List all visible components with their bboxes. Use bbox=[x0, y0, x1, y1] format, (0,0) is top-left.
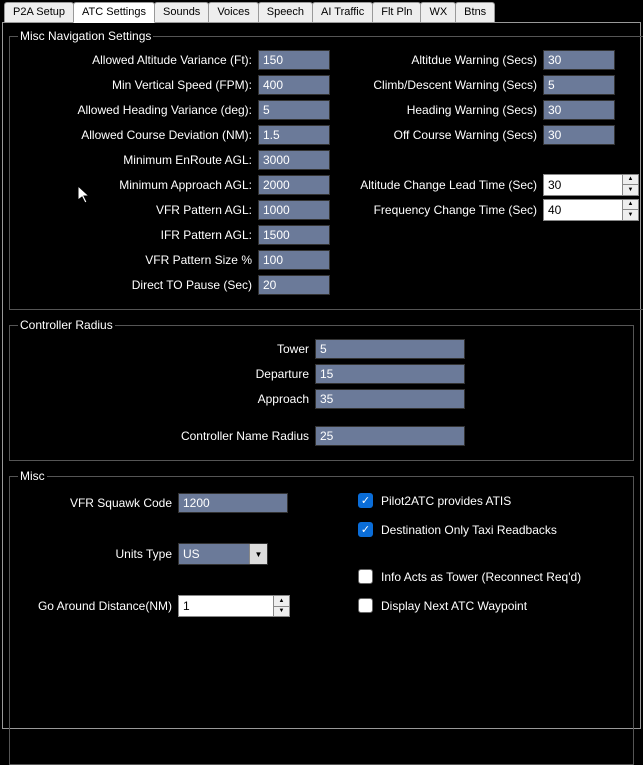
info-tower-checkbox[interactable] bbox=[358, 569, 373, 584]
departure-input[interactable] bbox=[315, 364, 465, 384]
tab-atc-settings[interactable]: ATC Settings bbox=[73, 2, 155, 23]
min-vs-input[interactable] bbox=[258, 75, 330, 95]
alt-warn-input[interactable] bbox=[543, 50, 615, 70]
vfr-size-input[interactable] bbox=[258, 250, 330, 270]
min-vs-label: Min Vertical Speed (FPM): bbox=[18, 78, 258, 92]
alt-lead-spinner[interactable]: ▲ ▼ bbox=[543, 174, 639, 196]
tab-voices[interactable]: Voices bbox=[208, 2, 258, 22]
units-value: US bbox=[179, 544, 249, 564]
dto-pause-label: Direct TO Pause (Sec) bbox=[18, 278, 258, 292]
tab-wx[interactable]: WX bbox=[420, 2, 456, 22]
hdg-var-label: Allowed Heading Variance (deg): bbox=[18, 103, 258, 117]
freq-input[interactable] bbox=[544, 200, 622, 220]
chevron-down-icon[interactable]: ▼ bbox=[249, 544, 267, 564]
misc-group: Misc VFR Squawk Code Units Type US ▼ Go … bbox=[9, 469, 634, 765]
ga-input[interactable] bbox=[179, 596, 273, 616]
spin-down-icon[interactable]: ▼ bbox=[623, 210, 638, 220]
ctrl-legend: Controller Radius bbox=[18, 318, 115, 332]
tower-input[interactable] bbox=[315, 339, 465, 359]
freq-spinner[interactable]: ▲ ▼ bbox=[543, 199, 639, 221]
spin-down-icon[interactable]: ▼ bbox=[623, 185, 638, 195]
oc-warn-label: Off Course Warning (Secs) bbox=[338, 128, 543, 142]
cd-warn-input[interactable] bbox=[543, 75, 615, 95]
spin-up-icon[interactable]: ▲ bbox=[274, 596, 289, 607]
squawk-input[interactable] bbox=[178, 493, 288, 513]
min-app-label: Minimum Approach AGL: bbox=[18, 178, 258, 192]
tab-sounds[interactable]: Sounds bbox=[154, 2, 209, 22]
alt-lead-input[interactable] bbox=[544, 175, 622, 195]
ifr-pat-input[interactable] bbox=[258, 225, 330, 245]
squawk-label: VFR Squawk Code bbox=[18, 496, 178, 510]
nav-legend: Misc Navigation Settings bbox=[18, 29, 153, 43]
alt-lead-label: Altitude Change Lead Time (Sec) bbox=[338, 178, 543, 192]
info-tower-label: Info Acts as Tower (Reconnect Req'd) bbox=[381, 570, 581, 584]
oc-warn-input[interactable] bbox=[543, 125, 615, 145]
min-enr-label: Minimum EnRoute AGL: bbox=[18, 153, 258, 167]
vfr-pat-input[interactable] bbox=[258, 200, 330, 220]
dest-taxi-checkbox[interactable]: ✓ bbox=[358, 522, 373, 537]
alt-var-input[interactable] bbox=[258, 50, 330, 70]
hdg-warn-label: Heading Warning (Secs) bbox=[338, 103, 543, 117]
next-wp-label: Display Next ATC Waypoint bbox=[381, 599, 527, 613]
vfr-pat-label: VFR Pattern AGL: bbox=[18, 203, 258, 217]
ga-spinner[interactable]: ▲ ▼ bbox=[178, 595, 290, 617]
min-app-input[interactable] bbox=[258, 175, 330, 195]
tab-flt-pln[interactable]: Flt Pln bbox=[372, 2, 421, 22]
ga-label: Go Around Distance(NM) bbox=[18, 599, 178, 613]
hdg-var-input[interactable] bbox=[258, 100, 330, 120]
ctrl-name-input[interactable] bbox=[315, 426, 465, 446]
dest-taxi-label: Destination Only Taxi Readbacks bbox=[381, 523, 557, 537]
crs-dev-input[interactable] bbox=[258, 125, 330, 145]
tab-p2a-setup[interactable]: P2A Setup bbox=[4, 2, 74, 22]
approach-label: Approach bbox=[258, 392, 315, 406]
ifr-pat-label: IFR Pattern AGL: bbox=[18, 228, 258, 242]
approach-input[interactable] bbox=[315, 389, 465, 409]
spin-up-icon[interactable]: ▲ bbox=[623, 175, 638, 186]
units-select[interactable]: US ▼ bbox=[178, 543, 268, 565]
spin-down-icon[interactable]: ▼ bbox=[274, 607, 289, 617]
departure-label: Departure bbox=[256, 367, 315, 381]
freq-label: Frequency Change Time (Sec) bbox=[338, 203, 543, 217]
hdg-warn-input[interactable] bbox=[543, 100, 615, 120]
alt-var-label: Allowed Altitude Variance (Ft): bbox=[18, 53, 258, 67]
alt-warn-label: Altitdue Warning (Secs) bbox=[338, 53, 543, 67]
next-wp-checkbox[interactable] bbox=[358, 598, 373, 613]
atis-checkbox[interactable]: ✓ bbox=[358, 493, 373, 508]
atis-label: Pilot2ATC provides ATIS bbox=[381, 494, 511, 508]
tower-label: Tower bbox=[277, 342, 315, 356]
settings-panel: Misc Navigation Settings Allowed Altitud… bbox=[2, 22, 641, 729]
vfr-size-label: VFR Pattern Size % bbox=[18, 253, 258, 267]
min-enr-input[interactable] bbox=[258, 150, 330, 170]
dto-pause-input[interactable] bbox=[258, 275, 330, 295]
ctrl-name-label: Controller Name Radius bbox=[181, 429, 315, 443]
misc-legend: Misc bbox=[18, 469, 47, 483]
controller-radius-group: Controller Radius Tower Departure Approa… bbox=[9, 318, 634, 461]
spin-up-icon[interactable]: ▲ bbox=[623, 200, 638, 211]
crs-dev-label: Allowed Course Deviation (NM): bbox=[18, 128, 258, 142]
nav-settings-group: Misc Navigation Settings Allowed Altitud… bbox=[9, 29, 643, 310]
tab-bar: P2A Setup ATC Settings Sounds Voices Spe… bbox=[0, 0, 643, 22]
cd-warn-label: Climb/Descent Warning (Secs) bbox=[338, 78, 543, 92]
tab-btns[interactable]: Btns bbox=[455, 2, 495, 22]
tab-speech[interactable]: Speech bbox=[258, 2, 313, 22]
units-label: Units Type bbox=[18, 547, 178, 561]
tab-ai-traffic[interactable]: AI Traffic bbox=[312, 2, 373, 22]
